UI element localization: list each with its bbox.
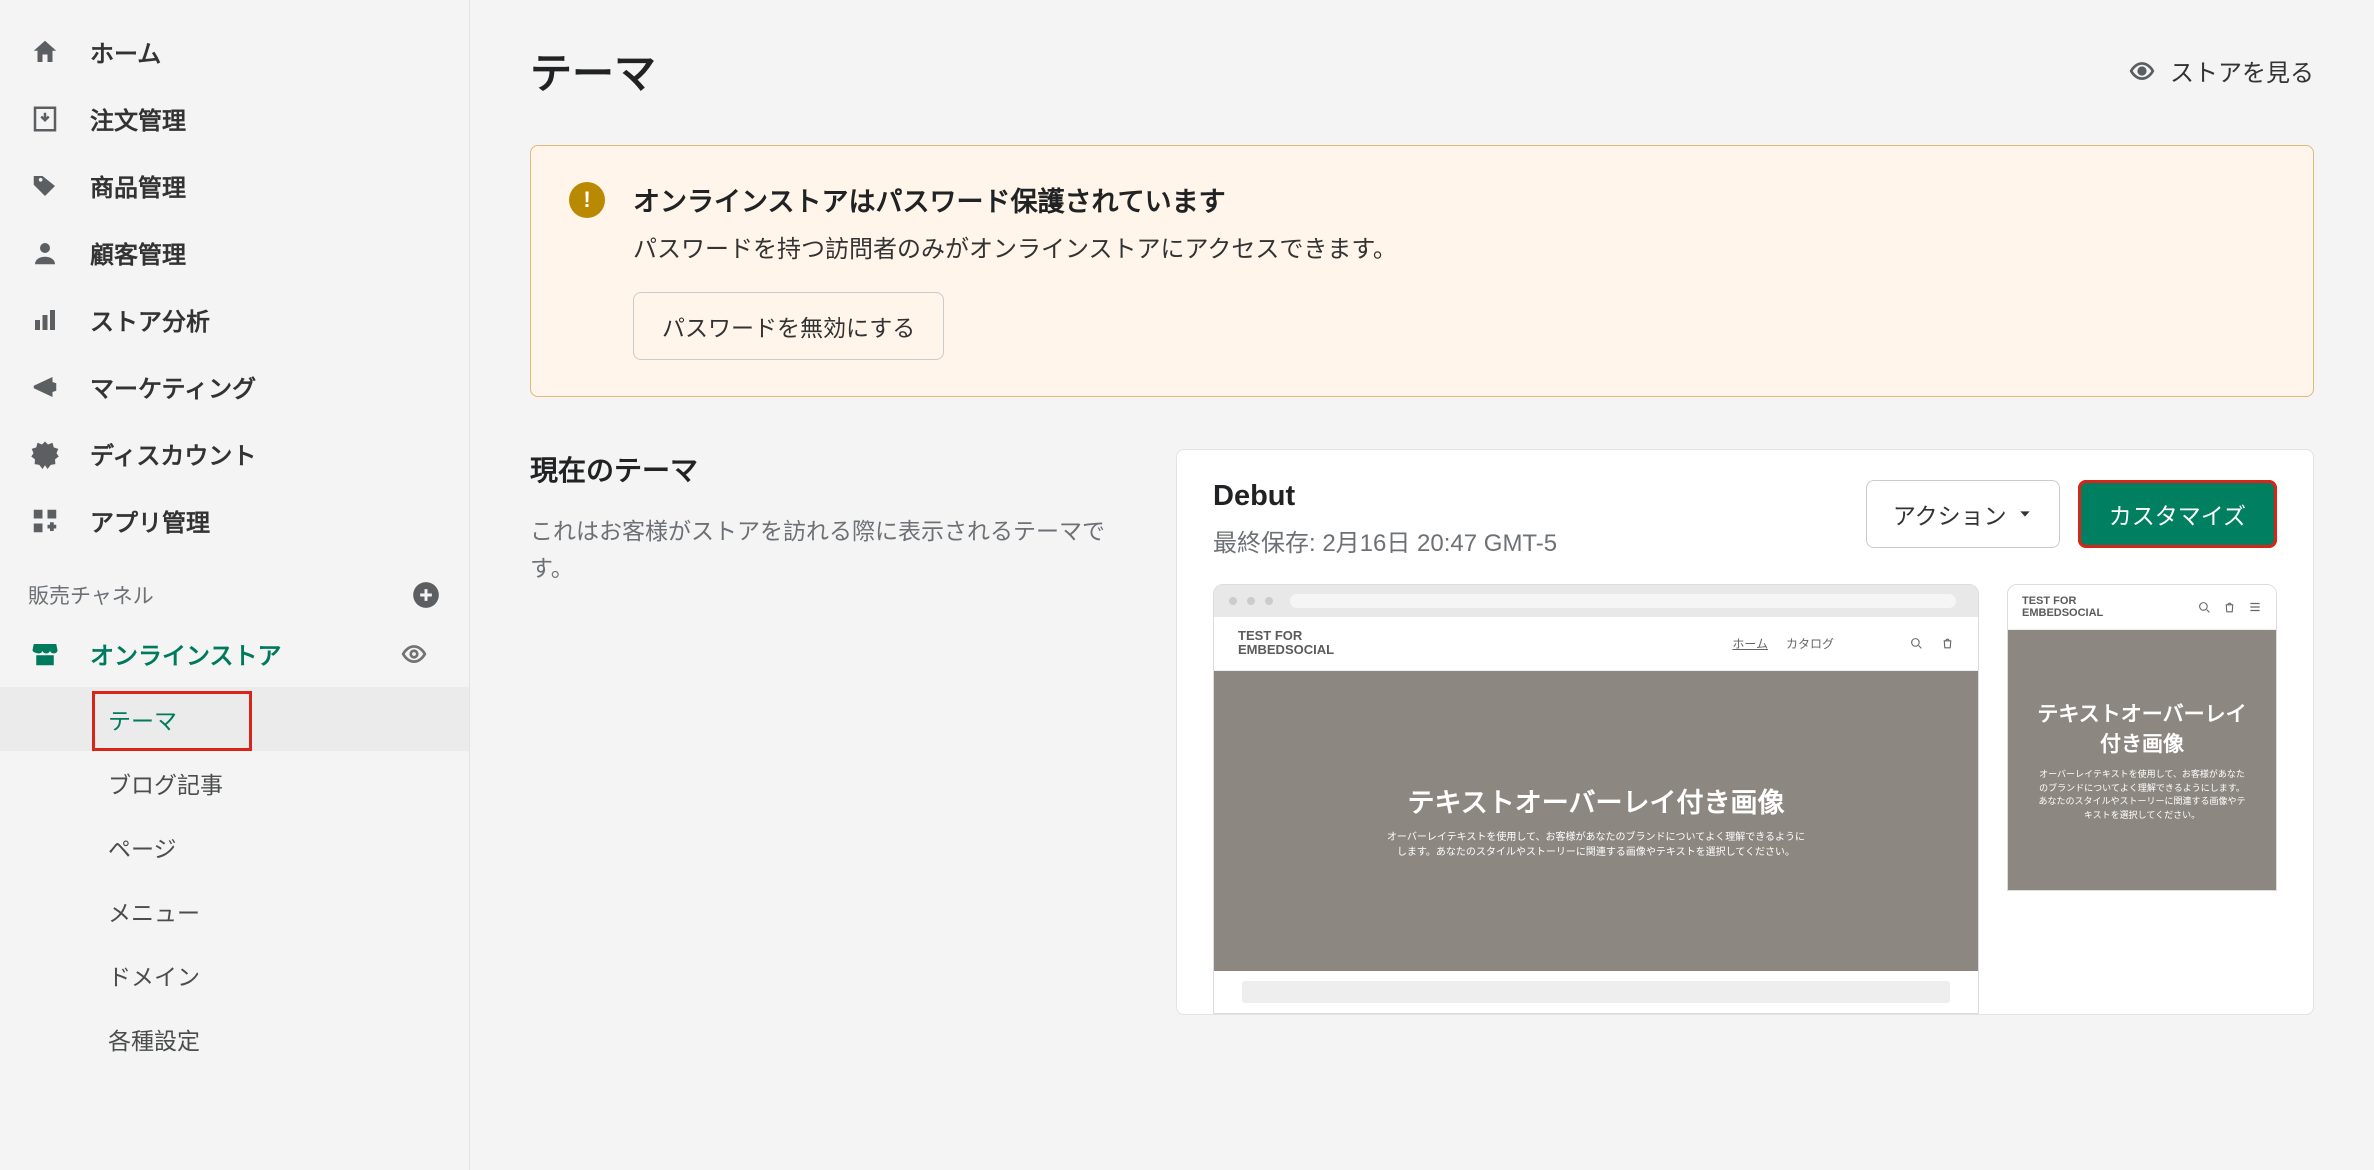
sub-label: ドメイン: [108, 958, 200, 992]
preview-hero-sub: オーバーレイテキストを使用して、お客様があなたのブランドについてよく理解できるよ…: [1386, 830, 1806, 860]
nav-label: 顧客管理: [90, 235, 186, 270]
sidebar-item-apps[interactable]: アプリ管理: [0, 487, 469, 554]
nav-label: オンラインストア: [90, 636, 282, 671]
sub-label: 各種設定: [108, 1022, 200, 1056]
add-channel-button[interactable]: [411, 580, 441, 610]
home-icon: [28, 35, 62, 69]
password-banner: ! オンラインストアはパスワード保護されています パスワードを持つ訪問者のみがオ…: [530, 145, 2314, 397]
preview-mobile-header: TEST FOR EMBEDSOCIAL: [2008, 585, 2276, 630]
analytics-icon: [28, 303, 62, 337]
apps-icon: [28, 504, 62, 538]
preview-mobile: TEST FOR EMBEDSOCIAL テキストオーバーレイ付き画像: [2007, 584, 2277, 891]
sidebar-item-analytics[interactable]: ストア分析: [0, 286, 469, 353]
nav-label: 商品管理: [90, 168, 186, 203]
theme-name: Debut: [1213, 480, 1557, 513]
sidebar-sub-themes[interactable]: テーマ: [0, 687, 469, 751]
browser-chrome: [1214, 585, 1978, 617]
current-theme-heading: 現在のテーマ: [530, 449, 1120, 489]
view-store-link[interactable]: ストアを見る: [2128, 53, 2314, 88]
preview-content-strip: [1214, 971, 1978, 1013]
sales-channels-heading: 販売チャネル: [0, 554, 469, 620]
sidebar-item-online-store[interactable]: オンラインストア: [0, 620, 469, 687]
preview-mobile-hero: テキストオーバーレイ付き画像 オーバーレイテキストを使用して、お客様があなたのブ…: [2008, 630, 2276, 890]
preview-hero-title: テキストオーバーレイ付き画像: [2036, 698, 2248, 758]
sidebar-item-customers[interactable]: 顧客管理: [0, 219, 469, 286]
banner-body: パスワードを持つ訪問者のみがオンラインストアにアクセスできます。: [633, 229, 1397, 264]
sidebar-sub-preferences[interactable]: 各種設定: [0, 1007, 469, 1071]
main-content: テーマ ストアを見る ! オンラインストアはパスワード保護されています パスワー…: [470, 0, 2374, 1170]
nav-label: 注文管理: [90, 101, 186, 136]
chevron-down-icon: [2017, 506, 2033, 522]
current-theme-description: これはお客様がストアを訪れる際に表示されるテーマです。: [530, 513, 1120, 587]
sidebar-item-discounts[interactable]: ディスカウント: [0, 420, 469, 487]
sub-label: メニュー: [108, 894, 200, 928]
nav-label: ディスカウント: [90, 436, 256, 471]
preview-hero-title: テキストオーバーレイ付き画像: [1408, 781, 1785, 820]
products-icon: [28, 169, 62, 203]
preview-nav-catalog: カタログ: [1786, 635, 1834, 652]
page-title: テーマ: [530, 40, 656, 101]
cart-icon: [1941, 637, 1954, 650]
sidebar-sub-pages[interactable]: ページ: [0, 815, 469, 879]
cart-icon: [2223, 601, 2236, 614]
preview-store-icon[interactable]: [399, 639, 429, 669]
highlight-box-theme: [92, 691, 252, 751]
sidebar-item-home[interactable]: ホーム: [0, 18, 469, 85]
search-icon: [1910, 637, 1923, 650]
warning-icon: !: [569, 182, 605, 218]
theme-card: Debut 最終保存: 2月16日 20:47 GMT-5 アクション カスタマ…: [1176, 449, 2314, 1015]
theme-actions-dropdown[interactable]: アクション: [1866, 480, 2060, 548]
disable-password-button[interactable]: パスワードを無効にする: [633, 292, 944, 360]
sidebar: ホーム 注文管理 商品管理 顧客管理 ストア分析: [0, 0, 470, 1170]
store-icon: [28, 637, 62, 671]
preview-logo-2: EMBEDSOCIAL: [2022, 607, 2103, 619]
sidebar-item-marketing[interactable]: マーケティング: [0, 353, 469, 420]
banner-title: オンラインストアはパスワード保護されています: [633, 180, 1397, 219]
actions-label: アクション: [1893, 497, 2007, 531]
discounts-icon: [28, 437, 62, 471]
preview-logo-1: TEST FOR: [2022, 595, 2076, 607]
nav-label: ホーム: [90, 34, 161, 69]
sidebar-sub-domains[interactable]: ドメイン: [0, 943, 469, 1007]
section-label-text: 販売チャネル: [28, 580, 154, 610]
preview-desktop: TEST FOR EMBEDSOCIAL ホーム カタログ: [1213, 584, 1979, 1014]
sidebar-sub-blog[interactable]: ブログ記事: [0, 751, 469, 815]
view-store-text: ストアを見る: [2170, 53, 2314, 88]
sidebar-item-orders[interactable]: 注文管理: [0, 85, 469, 152]
preview-logo-2: EMBEDSOCIAL: [1238, 642, 1334, 657]
sub-label: ページ: [108, 830, 177, 864]
theme-previews: TEST FOR EMBEDSOCIAL ホーム カタログ: [1213, 584, 2277, 1014]
sub-label: ブログ記事: [108, 766, 223, 800]
preview-nav-home: ホーム: [1732, 635, 1768, 652]
sidebar-sub-menu[interactable]: メニュー: [0, 879, 469, 943]
nav-label: アプリ管理: [90, 503, 210, 538]
menu-icon: [2248, 600, 2262, 614]
preview-logo-1: TEST FOR: [1238, 628, 1302, 643]
eye-icon: [2128, 57, 2156, 85]
current-theme-summary: 現在のテーマ これはお客様がストアを訪れる際に表示されるテーマです。: [530, 449, 1120, 1015]
preview-site-header: TEST FOR EMBEDSOCIAL ホーム カタログ: [1214, 617, 1978, 671]
preview-hero-sub: オーバーレイテキストを使用して、お客様があなたのブランドについてよく理解できるよ…: [2037, 768, 2247, 822]
sidebar-item-products[interactable]: 商品管理: [0, 152, 469, 219]
search-icon: [2198, 601, 2211, 614]
nav-label: ストア分析: [90, 302, 210, 337]
page-header: テーマ ストアを見る: [530, 40, 2314, 101]
preview-hero: テキストオーバーレイ付き画像 オーバーレイテキストを使用して、お客様があなたのブ…: [1214, 671, 1978, 971]
customers-icon: [28, 236, 62, 270]
customize-button[interactable]: カスタマイズ: [2078, 480, 2277, 548]
orders-icon: [28, 102, 62, 136]
nav-label: マーケティング: [90, 369, 256, 404]
theme-last-saved: 最終保存: 2月16日 20:47 GMT-5: [1213, 523, 1557, 558]
marketing-icon: [28, 370, 62, 404]
